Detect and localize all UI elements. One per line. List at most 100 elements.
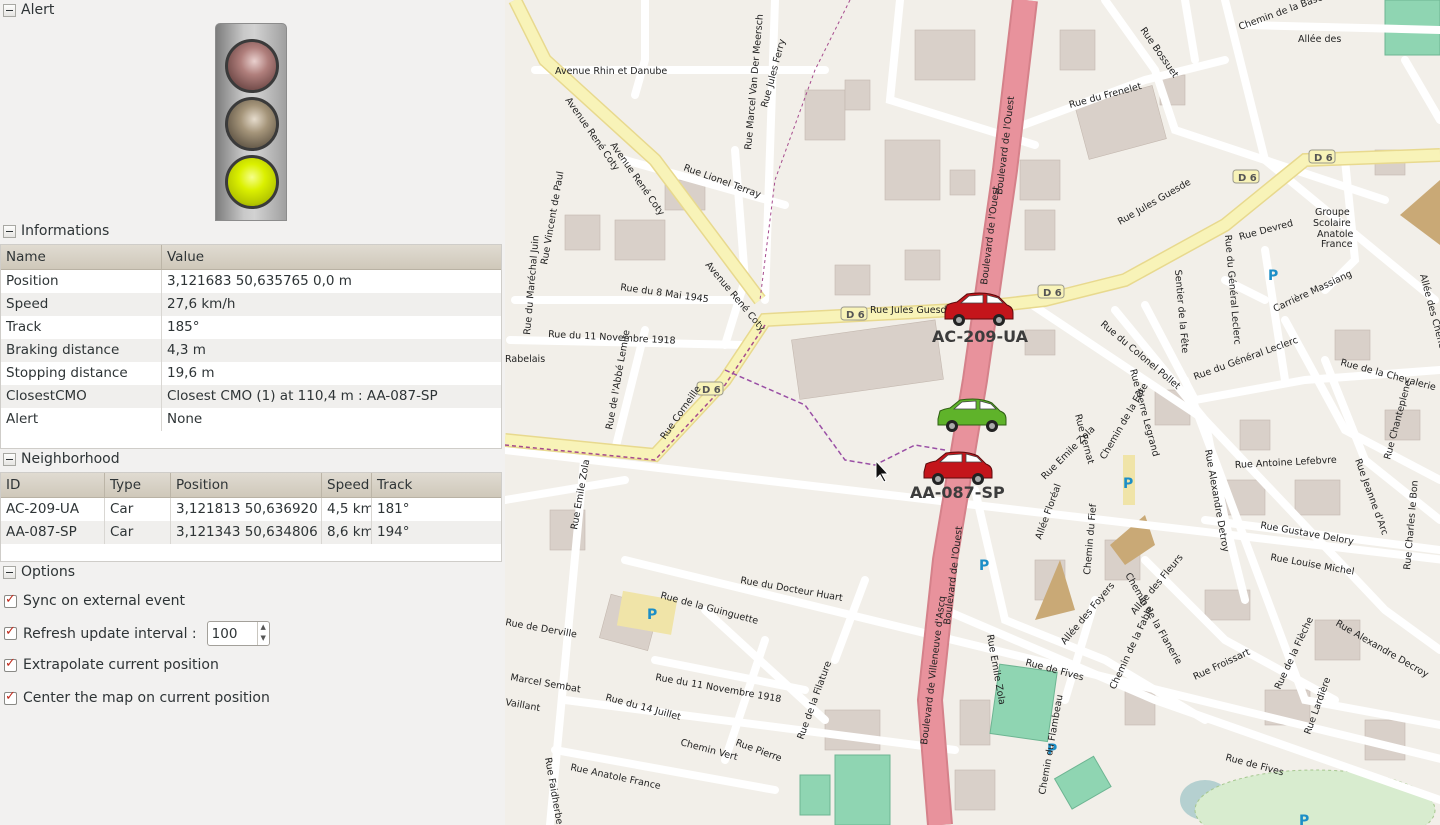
- center-checkbox[interactable]: [4, 689, 17, 705]
- svg-text:Rue Faidherbe: Rue Faidherbe: [542, 757, 565, 825]
- svg-text:Rue de Fives: Rue de Fives: [1224, 752, 1285, 778]
- svg-text:Scolaire: Scolaire: [1313, 218, 1351, 229]
- column-header-type[interactable]: Type: [105, 473, 171, 497]
- column-header-position[interactable]: Position: [171, 473, 322, 497]
- informations-section-header[interactable]: Informations: [0, 221, 109, 241]
- svg-text:Rue Marcel Van Der Meersch: Rue Marcel Van Der Meersch: [743, 14, 766, 151]
- row-name: Stopping distance: [1, 362, 162, 385]
- svg-text:Rue Devred: Rue Devred: [1238, 218, 1294, 243]
- extrapolate-option[interactable]: Extrapolate current position: [4, 656, 219, 673]
- svg-text:France: France: [1321, 239, 1353, 250]
- svg-text:Allée des: Allée des: [1298, 34, 1341, 45]
- svg-text:Rue du Maréchal Juin: Rue du Maréchal Juin: [522, 235, 542, 335]
- svg-text:P: P: [647, 607, 657, 623]
- row-name: ClosestCMO: [1, 385, 162, 408]
- row-value: None: [167, 411, 203, 427]
- row-track: 181°: [377, 501, 410, 517]
- center-option[interactable]: Center the map on current position: [4, 689, 270, 706]
- extrapolate-label: Extrapolate current position: [23, 657, 219, 673]
- table-row[interactable]: AC-209-UA Car 3,121813 50,636920 0 4,5 k…: [1, 498, 501, 521]
- table-row[interactable]: Braking distance 4,3 m: [1, 339, 501, 362]
- row-value: 185°: [167, 319, 200, 335]
- map-canvas[interactable]: D 6 D 6 D 6 D 6 D 6 PPP PPP Avenue Rhin …: [505, 0, 1440, 825]
- row-id: AC-209-UA: [1, 498, 105, 521]
- svg-text:Groupe: Groupe: [1315, 207, 1350, 218]
- refresh-interval-spinbox[interactable]: 100 ▲ ▼: [206, 621, 270, 646]
- svg-text:Rabelais: Rabelais: [505, 354, 545, 365]
- table-row[interactable]: AA-087-SP Car 3,121343 50,634806 0 8,6 k…: [1, 521, 501, 544]
- refresh-checkbox[interactable]: [4, 624, 17, 640]
- row-position: 3,121343 50,634806 0: [171, 521, 322, 544]
- table-header: ID Type Position Speed Track: [1, 473, 501, 498]
- row-speed: 4,5 km: [322, 498, 372, 521]
- svg-text:D 6: D 6: [1043, 288, 1062, 299]
- svg-text:Carrière Massiang: Carrière Massiang: [1272, 269, 1354, 315]
- row-name: Track: [1, 316, 162, 339]
- table-row[interactable]: Track 185°: [1, 316, 501, 339]
- svg-text:D 6: D 6: [1238, 173, 1257, 184]
- table-row[interactable]: Position 3,121683 50,635765 0,0 m: [1, 270, 501, 293]
- collapse-icon[interactable]: [3, 3, 16, 17]
- center-label: Center the map on current position: [23, 690, 270, 706]
- svg-text:Rue Pierre: Rue Pierre: [734, 737, 783, 764]
- map-view[interactable]: D 6 D 6 D 6 D 6 D 6 PPP PPP Avenue Rhin …: [505, 0, 1440, 825]
- row-name: Position: [1, 270, 162, 293]
- refresh-option[interactable]: Refresh update interval : 100 ▲▼: [4, 621, 270, 646]
- row-track: 194°: [377, 524, 410, 540]
- svg-text:P: P: [979, 558, 989, 574]
- collapse-icon[interactable]: [3, 565, 16, 579]
- amber-lamp: [225, 97, 279, 151]
- svg-text:Rue Jules Guesde: Rue Jules Guesde: [1116, 177, 1193, 228]
- informations-section-title: Informations: [21, 223, 110, 239]
- alert-section-header[interactable]: Alert: [0, 0, 54, 20]
- neighborhood-table: ID Type Position Speed Track AC-209-UA C…: [0, 472, 502, 562]
- column-header-track[interactable]: Track: [372, 473, 501, 497]
- table-row[interactable]: Stopping distance 19,6 m: [1, 362, 501, 385]
- table-row[interactable]: ClosestCMO Closest CMO (1) at 110,4 m : …: [1, 385, 501, 408]
- column-header-speed[interactable]: Speed: [322, 473, 372, 497]
- column-header-value[interactable]: Value: [162, 245, 501, 269]
- column-header-id[interactable]: ID: [1, 473, 105, 497]
- row-type: Car: [105, 521, 171, 544]
- svg-text:Chemin du Fief: Chemin du Fief: [1082, 503, 1099, 575]
- collapse-icon[interactable]: [3, 224, 16, 238]
- svg-text:P: P: [1299, 813, 1309, 825]
- svg-text:Avenue Rhin et Danube: Avenue Rhin et Danube: [555, 66, 667, 77]
- svg-text:D 6: D 6: [846, 310, 865, 321]
- svg-text:D 6: D 6: [702, 385, 721, 396]
- red-lamp: [225, 39, 279, 93]
- collapse-icon[interactable]: [3, 452, 16, 466]
- table-header: Name Value: [1, 245, 501, 270]
- refresh-interval-value[interactable]: 100: [208, 626, 238, 642]
- neighborhood-section-title: Neighborhood: [21, 451, 120, 467]
- svg-text:Rue Emile Zola: Rue Emile Zola: [569, 458, 592, 530]
- spin-arrows-icon[interactable]: ▲ ▼: [256, 622, 269, 645]
- refresh-label: Refresh update interval :: [23, 625, 197, 642]
- options-section-title: Options: [21, 564, 76, 580]
- table-row[interactable]: Alert None: [1, 408, 501, 431]
- options-section-header[interactable]: Options: [0, 562, 75, 582]
- svg-text:Rue Jules Guesde: Rue Jules Guesde: [870, 305, 953, 316]
- svg-text:Rue du 11 Novembre 1918: Rue du 11 Novembre 1918: [654, 672, 782, 705]
- sync-option[interactable]: Sync on external event: [4, 592, 186, 609]
- extrapolate-checkbox[interactable]: [4, 656, 17, 672]
- sync-checkbox[interactable]: [4, 592, 17, 608]
- row-name: Speed: [1, 293, 162, 316]
- svg-text:Allée des Chênes: Allée des Chênes: [1417, 273, 1440, 355]
- row-id: AA-087-SP: [1, 521, 105, 544]
- informations-table: Name Value Position 3,121683 50,635765 0…: [0, 244, 502, 449]
- row-speed: 8,6 km: [322, 521, 372, 544]
- svg-text:Marcel Sembat: Marcel Sembat: [509, 672, 581, 695]
- traffic-light-icon: [215, 23, 287, 221]
- svg-text:Rue Vincent de Paul: Rue Vincent de Paul: [539, 171, 566, 266]
- row-name: Alert: [1, 408, 162, 431]
- neighborhood-section-header[interactable]: Neighborhood: [0, 449, 120, 469]
- row-value: 3,121683 50,635765 0,0 m: [167, 273, 352, 289]
- mouse-cursor-icon: [875, 459, 890, 483]
- sync-label: Sync on external event: [23, 593, 186, 609]
- column-header-name[interactable]: Name: [1, 245, 162, 269]
- row-value: 19,6 m: [167, 365, 215, 381]
- svg-text:Sentier de la Fête: Sentier de la Fête: [1172, 269, 1190, 354]
- table-row[interactable]: Speed 27,6 km/h: [1, 293, 501, 316]
- svg-text:P: P: [1123, 476, 1133, 492]
